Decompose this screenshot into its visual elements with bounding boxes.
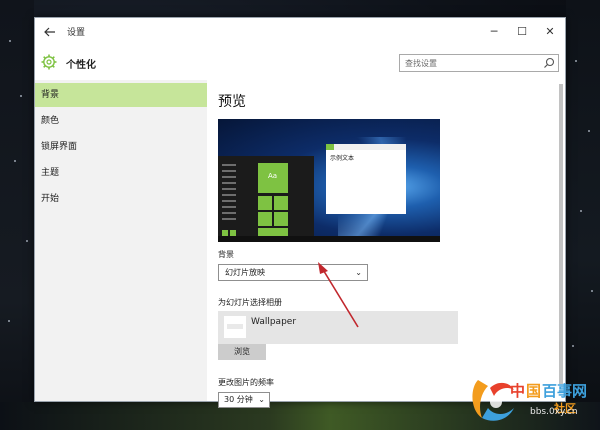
star <box>588 130 590 132</box>
star <box>9 40 11 42</box>
desktop-background-right <box>566 0 600 430</box>
search-icon[interactable] <box>543 57 555 69</box>
star <box>14 160 16 162</box>
site-watermark-logo: 中 国 百事网 社区 <box>472 380 587 421</box>
album-name: Wallpaper <box>251 317 297 327</box>
preview-window-accent <box>326 144 334 150</box>
frequency-dropdown[interactable]: 30 分钟 ⌄ <box>218 392 270 408</box>
preview-menu-line <box>222 170 236 172</box>
svg-text:百事网: 百事网 <box>542 382 587 400</box>
gear-icon <box>41 54 57 70</box>
preview-menu-line <box>222 188 236 190</box>
preview-taskbar <box>218 236 440 242</box>
svg-text:中: 中 <box>510 382 525 400</box>
preview-menu-line <box>222 218 236 220</box>
title-bar: 设置 ─ ☐ ✕ <box>35 18 565 46</box>
preview-tile-large: Aa <box>258 163 288 193</box>
browse-button[interactable]: 浏览 <box>218 344 266 360</box>
star <box>572 345 574 347</box>
annotation-arrow <box>318 262 359 328</box>
star <box>8 320 10 322</box>
background-label: 背景 <box>218 250 234 259</box>
frequency-dropdown-value: 30 分钟 <box>224 395 253 404</box>
album-thumbnail-image <box>227 324 243 329</box>
desktop-background-left <box>0 0 34 430</box>
scrollbar-thumb[interactable] <box>559 84 563 384</box>
preview-tile <box>274 196 288 210</box>
preview-tile <box>258 196 272 210</box>
minimize-button[interactable]: ─ <box>480 21 508 43</box>
preview-heading: 预览 <box>218 94 246 110</box>
preview-tile-text: Aa <box>268 172 278 180</box>
star <box>26 240 28 242</box>
sidebar-item-start[interactable]: 开始 <box>35 187 207 211</box>
preview-sample-window: 示例文本 <box>326 144 406 214</box>
desktop-preview: Aa 示例文本 <box>218 119 440 242</box>
frequency-label: 更改图片的频率 <box>218 378 274 387</box>
preview-start-menu: Aa <box>218 156 314 242</box>
back-button[interactable] <box>39 22 61 42</box>
album-thumbnail <box>224 316 246 338</box>
scrollbar[interactable] <box>557 80 565 401</box>
sidebar-item-themes[interactable]: 主题 <box>35 161 207 185</box>
sidebar-item-colors[interactable]: 颜色 <box>35 109 207 133</box>
preview-tile <box>258 212 272 226</box>
close-button[interactable]: ✕ <box>536 21 564 43</box>
arrow-left-icon <box>44 27 55 37</box>
sidebar-item-lock-screen[interactable]: 锁屏界面 <box>35 135 207 159</box>
star <box>575 60 577 62</box>
preview-window-titlebar <box>326 144 406 150</box>
preview-sample-text: 示例文本 <box>330 155 355 162</box>
search-input[interactable] <box>400 55 540 71</box>
watermark-url: bbs.0xy.cn <box>530 407 578 417</box>
background-dropdown-value: 幻灯片放映 <box>225 268 265 277</box>
preview-tile <box>274 212 288 226</box>
star <box>580 210 582 212</box>
sidebar-item-background[interactable]: 背景 <box>35 83 207 107</box>
album-label: 为幻灯片选择相册 <box>218 298 282 307</box>
preview-menu-line <box>222 194 236 196</box>
preview-menu-line <box>222 164 236 166</box>
settings-window: 设置 ─ ☐ ✕ 个性化 背景 颜色 锁屏界面 主 <box>34 17 566 408</box>
page-header: 个性化 <box>35 46 565 80</box>
star <box>591 290 593 292</box>
svg-text:国: 国 <box>526 382 541 400</box>
main-content: 预览 Aa 示例文本 背景 幻灯片放映 ⌄ 为幻灯片选择相册 Wallpaper… <box>207 80 557 408</box>
sidebar: 背景 颜色 锁屏界面 主题 开始 <box>35 80 207 401</box>
preview-menu-line <box>222 176 236 178</box>
page-title: 个性化 <box>66 60 96 71</box>
search-box[interactable] <box>399 54 559 72</box>
preview-menu-line <box>222 182 236 184</box>
chevron-down-icon: ⌄ <box>258 395 265 404</box>
window-title: 设置 <box>67 28 86 38</box>
preview-menu-line <box>222 212 236 214</box>
star <box>20 95 22 97</box>
preview-menu-line <box>222 206 236 208</box>
preview-menu-line <box>222 200 236 202</box>
maximize-button[interactable]: ☐ <box>508 21 536 43</box>
